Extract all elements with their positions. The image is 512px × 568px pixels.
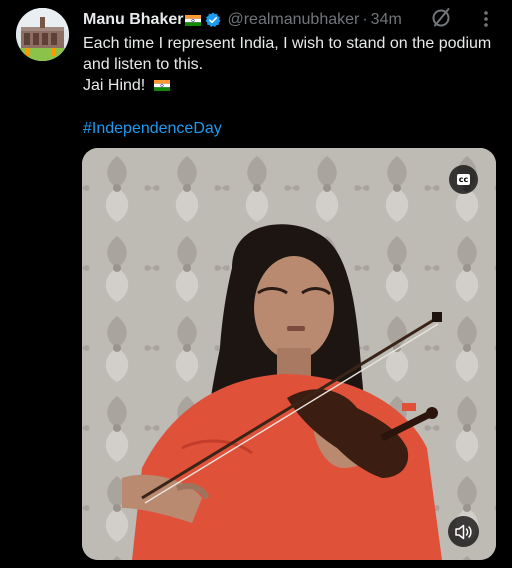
separator-dot: · — [362, 11, 368, 28]
author-handle[interactable]: @realmanubhaker — [227, 11, 359, 29]
tweet-text-line: Each time I represent India, I wish to s… — [83, 35, 492, 52]
tweet-text-line: and listen to this. — [83, 56, 204, 73]
verified-badge-icon[interactable] — [205, 12, 221, 28]
tweet-text-line: Jai Hind! — [83, 75, 503, 96]
tweet[interactable]: Manu Bhaker @realmanubhaker · 34m Each t… — [0, 0, 512, 568]
timestamp[interactable]: 34m — [371, 11, 402, 29]
india-flag-icon — [153, 80, 170, 91]
avatar[interactable] — [16, 8, 69, 61]
more-icon[interactable] — [477, 9, 495, 29]
tweet-header: Manu Bhaker @realmanubhaker · 34m — [83, 10, 402, 30]
tweet-text: Each time I represent India, I wish to s… — [83, 33, 503, 96]
grok-icon[interactable] — [430, 7, 452, 29]
cc-label: cc — [456, 174, 471, 185]
volume-icon[interactable] — [448, 516, 479, 547]
video-frame — [82, 148, 496, 560]
tweet-text-jai-hind: Jai Hind! — [83, 77, 146, 94]
closed-captions-icon[interactable]: cc — [449, 165, 478, 194]
hashtag-link[interactable]: #IndependenceDay — [83, 118, 222, 139]
video-player[interactable] — [82, 148, 496, 560]
india-flag-icon — [185, 14, 202, 26]
author-name[interactable]: Manu Bhaker — [83, 11, 183, 29]
